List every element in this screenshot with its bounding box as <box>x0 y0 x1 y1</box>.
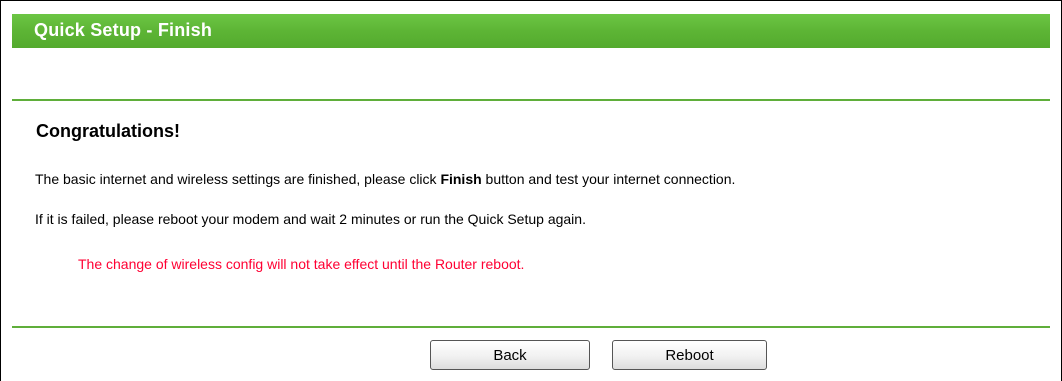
top-divider <box>12 99 1050 101</box>
header-bar: Quick Setup - Finish <box>12 14 1050 48</box>
page-frame <box>0 0 1062 381</box>
finish-instruction-part1: The basic internet and wireless settings… <box>35 171 441 187</box>
failure-instruction-text: If it is failed, please reboot your mode… <box>35 211 586 227</box>
back-button[interactable]: Back <box>430 340 590 370</box>
finish-instruction-part2: button and test your internet connection… <box>481 171 736 187</box>
reboot-button[interactable]: Reboot <box>612 340 767 370</box>
page-title: Quick Setup - Finish <box>34 20 213 40</box>
congratulations-heading: Congratulations! <box>36 121 180 141</box>
wireless-warning-text: The change of wireless config will not t… <box>78 256 525 272</box>
finish-instruction-text: The basic internet and wireless settings… <box>35 171 735 187</box>
finish-keyword: Finish <box>440 171 482 187</box>
bottom-divider <box>12 326 1050 328</box>
